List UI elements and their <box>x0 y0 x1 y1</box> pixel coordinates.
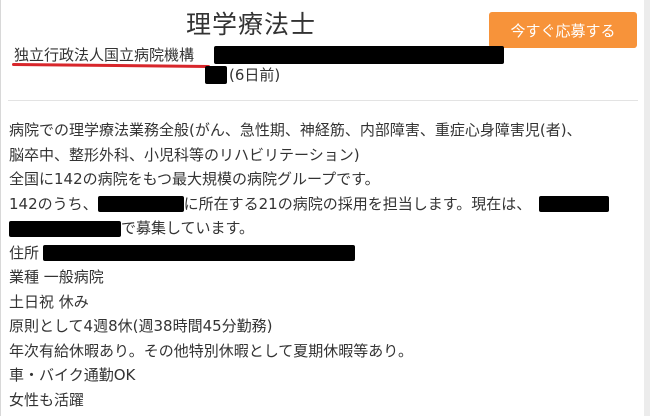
redacted-location <box>214 46 504 64</box>
company-info: 独立行政法人国立病院機構 <box>11 44 504 69</box>
job-description: 病院での理学療法業務全般(がん、急性期、神経筋、内部障害、重症心身障害児(者)、… <box>9 118 639 412</box>
address-line: 住所 <box>9 241 639 266</box>
description-text: で募集しています。 <box>121 219 255 237</box>
address-label: 住所 <box>9 243 40 262</box>
redacted-region <box>97 196 184 212</box>
company-name[interactable]: 独立行政法人国立病院機構 <box>14 46 194 64</box>
description-line: 142のうち、 に所在する21の病院の採用を担当します。現在は、 <box>9 192 639 217</box>
posted-date: (6日前) <box>229 66 281 84</box>
description-line: 原則として4週8休(週38時間45分勤務) <box>9 317 273 335</box>
section-divider <box>8 100 638 101</box>
redacted-region <box>539 196 610 212</box>
redacted-address <box>43 245 356 261</box>
description-text: 142のうち、 <box>9 194 98 213</box>
scrollbar-track[interactable] <box>644 0 650 416</box>
description-line: 全国に142の病院をもつ最大規模の病院グループです。 <box>9 170 380 188</box>
description-line: で募集しています。 <box>9 216 639 241</box>
description-line: 女性も活躍 <box>9 390 85 409</box>
page-left-border <box>0 0 1 416</box>
description-line: 年次有給休暇あり。その他特別休暇として夏期休暇等あり。 <box>9 341 413 360</box>
redacted-fragment <box>205 66 227 84</box>
description-line: 土日祝 休み <box>9 292 89 311</box>
description-line: 業種 一般病院 <box>9 268 104 286</box>
description-line: 脳卒中、整形外科、小児科等のリハビリテーション) <box>9 145 360 164</box>
description-line: 病院での理学療法業務全般(がん、急性期、神経筋、内部障害、重症心身障害児(者)、 <box>9 121 582 139</box>
description-text: に所在する21の病院の採用を担当します。現在は、 <box>183 194 532 213</box>
redacted-region <box>9 220 121 237</box>
description-line: 車・バイク通勤OK <box>9 366 136 384</box>
job-title: 理学療法士 <box>186 10 317 39</box>
apply-now-button[interactable]: 今すぐ応募する <box>489 12 637 48</box>
